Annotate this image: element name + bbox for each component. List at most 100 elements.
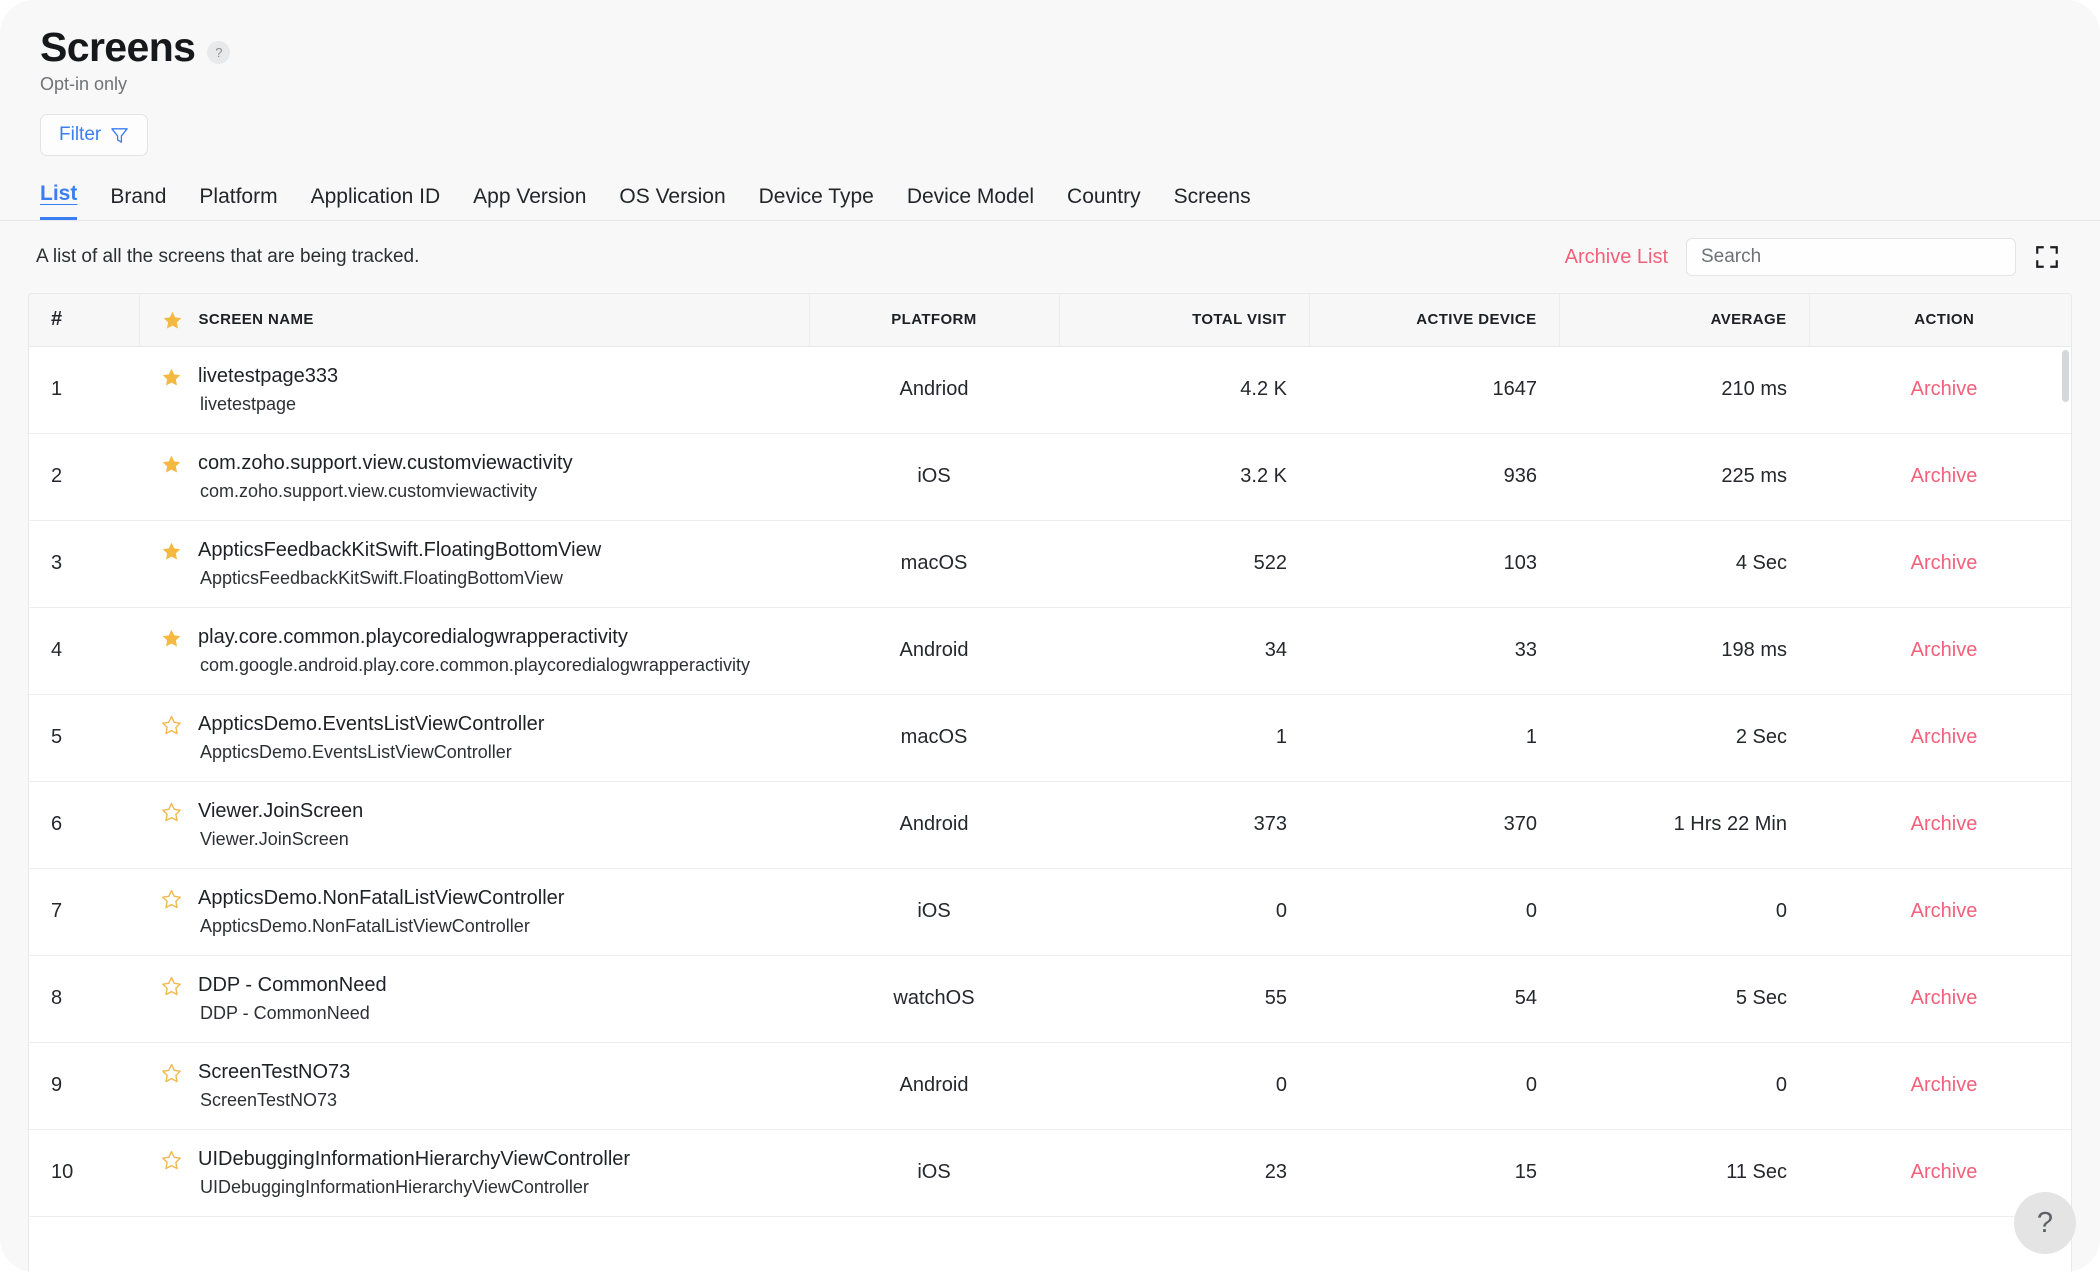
screen-name-primary: UIDebuggingInformationHierarchyViewContr… [198,1147,631,1170]
column-header-total-visit[interactable]: TOTAL VISIT [1059,294,1310,347]
row-total-visit: 4.2 K [1059,346,1309,434]
screen-name-primary: com.zoho.support.view.customviewactivity [198,451,573,474]
star-outline-icon[interactable] [161,802,182,823]
tab-platform[interactable]: Platform [199,185,277,220]
row-total-visit: 0 [1059,1042,1309,1130]
archive-button[interactable]: Archive [1911,987,1978,1009]
column-header-platform[interactable]: PLATFORM [809,294,1060,347]
table-row[interactable]: 4 play.core.common.playcoredialogwrappera… [29,607,2071,695]
row-platform: macOS [809,694,1059,782]
tab-application-id[interactable]: Application ID [311,185,441,220]
column-header-action: ACTION [1809,294,2071,347]
row-screen-name-cell: Viewer.JoinScreen Viewer.JoinScreen [139,781,809,869]
expand-fullscreen-icon[interactable] [2034,244,2060,270]
archive-button[interactable]: Archive [1911,726,1978,748]
table-row[interactable]: 1 livetestpage333 livetestpage Andriod 4.2 K… [29,346,2071,434]
table-row[interactable]: 3 AppticsFeedbackKitSwift.FloatingBottomV… [29,520,2071,608]
row-index: 8 [29,955,139,1043]
column-header-screen-name[interactable]: SCREEN NAME [139,294,810,347]
row-total-visit: 522 [1059,520,1309,608]
star-outline-icon[interactable] [161,889,182,910]
screen-name-secondary: com.zoho.support.view.customviewactivity [200,480,538,501]
screens-page: Screens ? Opt-in only Filter List Brand Pl… [0,0,2100,1272]
column-header-average[interactable]: AVERAGE [1559,294,1810,347]
star-filled-icon[interactable] [161,628,182,649]
archive-button[interactable]: Archive [1911,1161,1978,1183]
row-active-device: 936 [1309,433,1559,521]
star-filled-icon[interactable] [161,541,182,562]
column-header-index[interactable]: # [29,294,140,347]
table-header-row: # SCREEN NAME PLATFORM TOTAL VISIT ACTIV… [29,294,2071,347]
search-input[interactable] [1686,238,2016,277]
row-action-cell: Archive [1809,694,2071,782]
table-toolbar: A list of all the screens that are being… [0,221,2100,293]
star-outline-icon[interactable] [161,715,182,736]
screens-table: # SCREEN NAME PLATFORM TOTAL VISIT ACTIV… [29,294,2071,1217]
row-total-visit: 55 [1059,955,1309,1043]
row-screen-name-cell: DDP - CommonNeed DDP - CommonNeed [139,955,809,1043]
row-active-device: 54 [1309,955,1559,1043]
screen-name-primary: AppticsDemo.EventsListViewController [198,712,545,735]
row-index: 9 [29,1042,139,1130]
tab-screens[interactable]: Screens [1174,185,1251,220]
archive-button[interactable]: Archive [1911,900,1978,922]
tab-brand[interactable]: Brand [110,185,166,220]
page-title: Screens [40,24,196,70]
row-platform: iOS [809,1129,1059,1217]
screen-name-secondary: AppticsFeedbackKitSwift.FloatingBottomVi… [200,567,563,588]
star-filled-icon[interactable] [161,367,182,388]
tab-list[interactable]: List [40,182,78,221]
row-screen-name-cell: livetestpage333 livetestpage [139,346,809,434]
row-platform: macOS [809,520,1059,608]
star-filled-icon[interactable] [162,310,183,331]
table-row[interactable]: 2 com.zoho.support.view.customviewactivit… [29,433,2071,521]
row-average: 225 ms [1559,433,1809,521]
table-row[interactable]: 5 AppticsDemo.EventsListViewController App… [29,694,2071,782]
row-screen-name-cell: ScreenTestNO73 ScreenTestNO73 [139,1042,809,1130]
row-index: 6 [29,781,139,869]
row-average: 2 Sec [1559,694,1809,782]
archive-button[interactable]: Archive [1911,1074,1978,1096]
help-fab-button[interactable]: ? [2014,1192,2076,1254]
archive-button[interactable]: Archive [1911,639,1978,661]
star-outline-icon[interactable] [161,976,182,997]
table-scrollbar-thumb[interactable] [2062,350,2069,403]
row-average: 5 Sec [1559,955,1809,1043]
row-active-device: 15 [1309,1129,1559,1217]
table-row[interactable]: 7 AppticsDemo.NonFatalListViewController A… [29,868,2071,956]
row-action-cell: Archive [1809,433,2071,521]
tab-device-type[interactable]: Device Type [759,185,874,220]
star-outline-icon[interactable] [161,1063,182,1084]
archive-button[interactable]: Archive [1911,552,1978,574]
table-row[interactable]: 6 Viewer.JoinScreen Viewer.JoinScreen Andro… [29,781,2071,869]
row-platform: Android [809,1042,1059,1130]
star-filled-icon[interactable] [161,454,182,475]
screen-name-secondary: DDP - CommonNeed [200,1002,370,1023]
table-row[interactable]: 9 ScreenTestNO73 ScreenTestNO73 Android 0 0 0 A… [29,1042,2071,1130]
row-platform: watchOS [809,955,1059,1043]
filter-button[interactable]: Filter [40,114,149,157]
tab-bar: List Brand Platform Application ID App Versi… [0,182,2100,222]
row-action-cell: Archive [1809,868,2071,956]
screens-table-container: # SCREEN NAME PLATFORM TOTAL VISIT ACTIV… [28,293,2072,1272]
table-row[interactable]: 10 UIDebuggingInformationHierarchyViewCon… [29,1129,2071,1217]
archive-button[interactable]: Archive [1911,465,1978,487]
archive-button[interactable]: Archive [1911,813,1978,835]
archive-button[interactable]: Archive [1911,378,1978,400]
row-total-visit: 373 [1059,781,1309,869]
row-action-cell: Archive [1809,607,2071,695]
funnel-icon [111,127,128,143]
tab-os-version[interactable]: OS Version [619,185,725,220]
title-help-icon[interactable]: ? [207,41,231,65]
tab-app-version[interactable]: App Version [473,185,586,220]
archive-list-link[interactable]: Archive List [1565,246,1668,269]
tab-device-model[interactable]: Device Model [907,185,1034,220]
table-body: 1 livetestpage333 livetestpage Andriod 4.2 K… [29,346,2071,1217]
star-outline-icon[interactable] [161,1150,182,1171]
tab-country[interactable]: Country [1067,185,1141,220]
column-header-active-device[interactable]: ACTIVE DEVICE [1309,294,1560,347]
screen-name-secondary: UIDebuggingInformationHierarchyViewContr… [200,1176,589,1197]
row-platform: iOS [809,433,1059,521]
table-row[interactable]: 8 DDP - CommonNeed DDP - CommonNeed watchOS… [29,955,2071,1043]
page-header: Screens ? Opt-in only Filter [0,0,2100,157]
